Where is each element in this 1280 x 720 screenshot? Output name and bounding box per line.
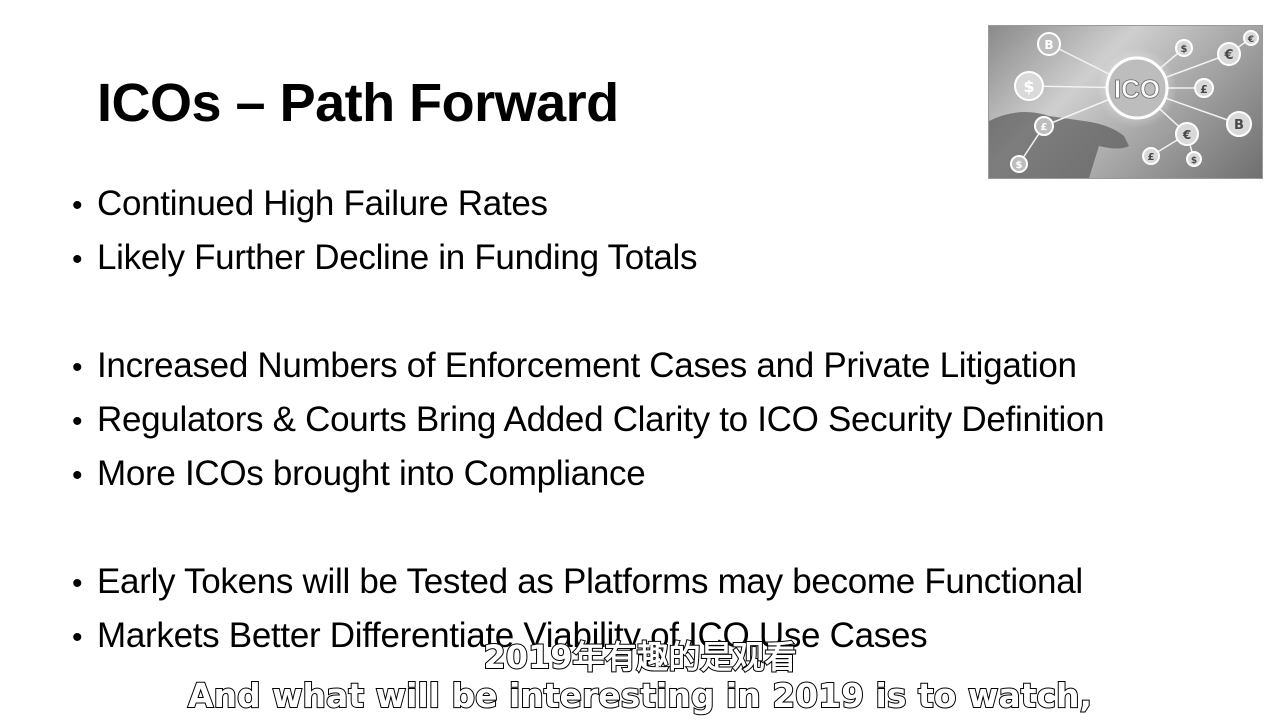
subtitle-english: And what will be interesting in 2019 is … — [187, 675, 1093, 716]
bullet-item: • Continued High Failure Rates — [72, 184, 548, 226]
bullet-dot: • — [72, 243, 83, 276]
bullet-text: Continued High Failure Rates — [97, 184, 548, 223]
bullet-text: Likely Further Decline in Funding Totals — [97, 238, 698, 277]
bullet-text: Early Tokens will be Tested as Platforms… — [97, 562, 1083, 601]
bullet-item: • Early Tokens will be Tested as Platform… — [72, 562, 1083, 604]
bullet-item: • Likely Further Decline in Funding Total… — [72, 238, 697, 280]
bullet-item: • Regulators & Courts Bring Added Clarity… — [72, 400, 1105, 442]
bullet-item: • More ICOs brought into Compliance — [72, 454, 646, 496]
bullet-text: More ICOs brought into Compliance — [97, 454, 646, 493]
slide: ICOs – Path Forward ICO $ € £ B $ € £ B … — [0, 0, 1280, 720]
bullet-item: • Increased Numbers of Enforcement Cases … — [72, 346, 1077, 388]
bullet-dot: • — [72, 405, 83, 438]
bullet-text: Regulators & Courts Bring Added Clarity … — [97, 400, 1105, 439]
bullet-list: • Continued High Failure Rates • Likely Fu… — [72, 0, 1272, 720]
bullet-text: Increased Numbers of Enforcement Cases a… — [97, 346, 1077, 385]
bullet-dot: • — [72, 567, 83, 600]
subtitle-chinese: 2019年有趣的是观看 — [482, 637, 797, 677]
bullet-dot: • — [72, 351, 83, 384]
bullet-dot: • — [72, 459, 83, 492]
bullet-dot: • — [72, 189, 83, 222]
